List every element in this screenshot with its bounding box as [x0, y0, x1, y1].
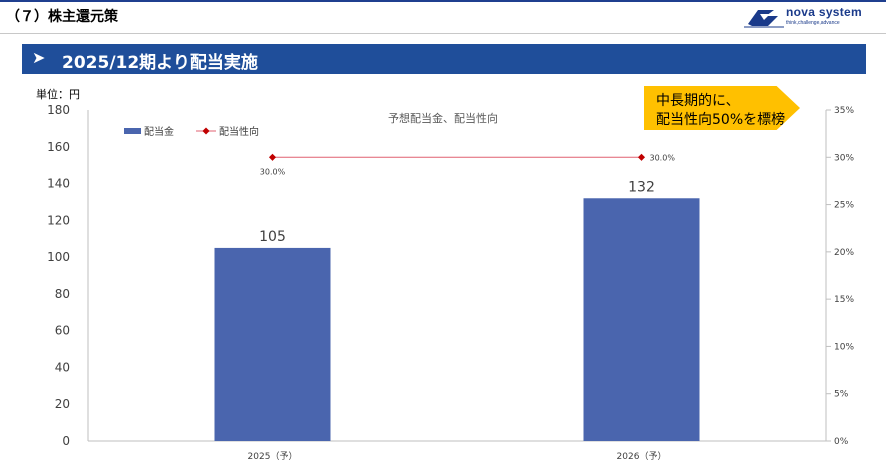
- payout-ratio-marker: [637, 153, 646, 161]
- y-tick-label: 20: [55, 397, 70, 411]
- y-tick-label: 40: [55, 360, 70, 374]
- line-data-label: 30.0%: [260, 167, 286, 176]
- y-tick-label: 140: [47, 177, 70, 191]
- y2-tick-label: 10%: [834, 342, 854, 352]
- y2-tick-label: 25%: [834, 201, 854, 211]
- x-tick-label: 2025（予）: [248, 451, 298, 462]
- payout-ratio-marker: [268, 153, 277, 161]
- callout-box: 中長期的に、 配当性向50%を標榜: [644, 86, 800, 130]
- bar-dividend: [214, 247, 331, 441]
- y2-tick-label: 0%: [834, 437, 849, 447]
- y2-tick-label: 20%: [834, 248, 854, 258]
- bar-dividend: [583, 198, 700, 441]
- y-tick-label: 60: [55, 324, 70, 338]
- legend-swatch-dividend: [124, 128, 141, 134]
- y-tick-label: 0: [62, 434, 70, 448]
- y2-tick-label: 30%: [834, 153, 854, 163]
- line-data-label: 30.0%: [650, 153, 676, 162]
- legend-label-payout: 配当性向: [219, 125, 259, 138]
- bar-data-label: 132: [628, 179, 655, 195]
- y-tick-label: 80: [55, 287, 70, 301]
- y-tick-label: 180: [47, 103, 70, 117]
- y-tick-label: 120: [47, 213, 70, 227]
- callout-line-2: 配当性向50%を標榜: [656, 112, 786, 128]
- callout-line-1: 中長期的に、: [656, 93, 740, 109]
- y2-tick-label: 15%: [834, 295, 854, 305]
- y-tick-label: 160: [47, 140, 70, 154]
- legend-swatch-payout-marker: [202, 127, 210, 135]
- x-tick-label: 2026（予）: [617, 451, 667, 462]
- dividend-chart: 0 20 40 60 80 100 120 140 160 180 0% 5% 10% 15% 20% 25%…: [47, 103, 854, 462]
- y-tick-label: 100: [47, 250, 70, 264]
- y2-tick-label: 5%: [834, 390, 849, 400]
- y2-tick-label: 35%: [834, 106, 854, 116]
- legend-label-dividend: 配当金: [144, 125, 174, 138]
- chart-title: 予想配当金、配当性向: [388, 111, 498, 125]
- bar-data-label: 105: [259, 229, 286, 245]
